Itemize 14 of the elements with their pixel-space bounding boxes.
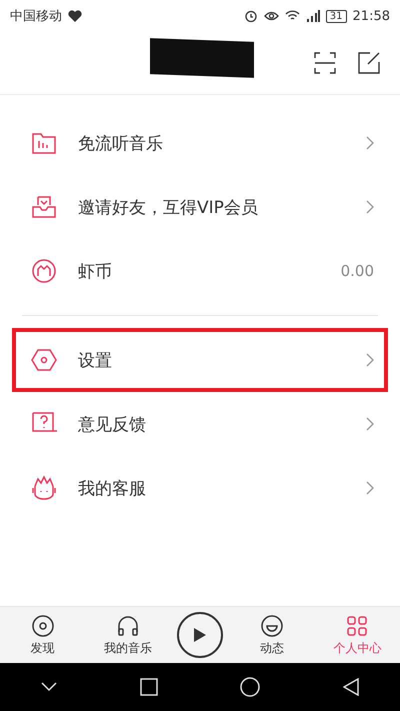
tab-item[interactable]: 我的音乐 — [92, 614, 164, 656]
carrier-name: 中国移动 — [10, 8, 62, 25]
tab-item[interactable]: 个人中心 — [321, 614, 394, 656]
clock: 21:58 — [352, 8, 390, 24]
menu-row[interactable]: 虾币 0.00 — [12, 239, 388, 303]
menu-row[interactable]: 设置 — [12, 328, 388, 392]
menu-row[interactable]: 邀请好友，互得VIP会员 — [12, 175, 388, 239]
menu-row[interactable]: 意见反馈 — [12, 392, 388, 456]
tab-item[interactable]: 动态 — [236, 614, 308, 656]
menu-row[interactable]: 我的客服 — [12, 456, 388, 520]
menu-row[interactable]: 免流听音乐 — [12, 111, 388, 175]
battery-level: 31 — [326, 10, 347, 22]
tab-item[interactable]: 发现 — [6, 614, 79, 656]
coin-balance: 0.00 — [340, 262, 374, 280]
